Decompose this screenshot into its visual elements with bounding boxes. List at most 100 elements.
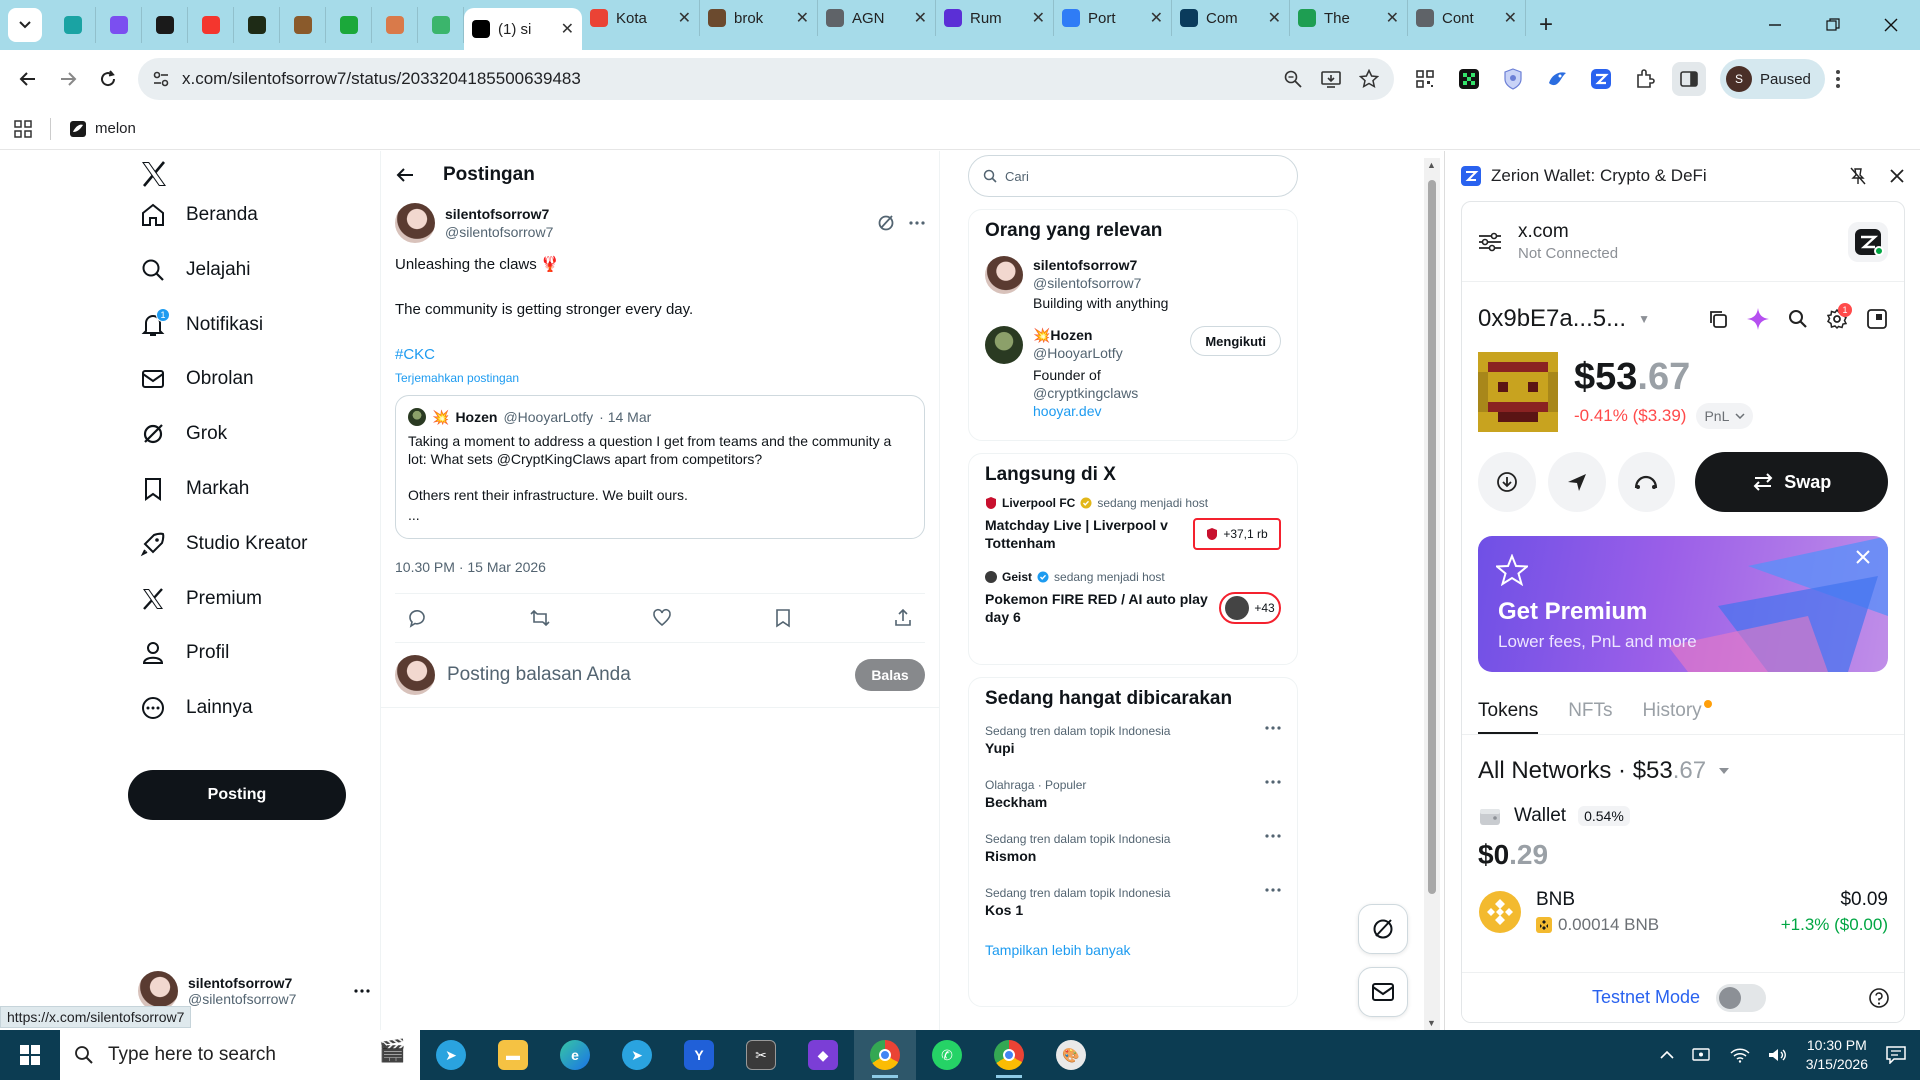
live-item[interactable]: Geist sedang menjadi host Pokemon FIRE R… [985, 570, 1281, 626]
more-dots-icon[interactable] [1265, 834, 1281, 838]
volume-icon[interactable] [1768, 1047, 1788, 1063]
blue-bird-extension-icon[interactable] [1540, 62, 1574, 96]
browser-tab-pinned[interactable] [326, 7, 372, 43]
restore-button[interactable] [1804, 0, 1862, 50]
caret-down-icon[interactable]: ▼ [1638, 312, 1650, 326]
browser-tab[interactable]: Rum ✕ [936, 0, 1054, 36]
trend-item[interactable]: Olahraga · Populer Beckham [985, 778, 1281, 810]
like-heart-icon[interactable] [652, 608, 672, 628]
browser-tab[interactable]: (1) si ✕ [464, 8, 582, 50]
zoom-icon[interactable] [1282, 68, 1304, 90]
network-device-icon[interactable] [1692, 1046, 1712, 1064]
browser-tab[interactable]: The ✕ [1290, 0, 1408, 36]
reply-button[interactable]: Balas [855, 659, 925, 691]
taskbar-chrome[interactable] [854, 1030, 916, 1080]
browser-tab-pinned[interactable] [372, 7, 418, 43]
extensions-puzzle-icon[interactable] [1628, 62, 1662, 96]
tweet-avatar[interactable] [395, 203, 435, 243]
address-bar[interactable]: x.com/silentofsorrow7/status/20332041855… [138, 58, 1394, 100]
tab-close-icon[interactable]: ✕ [1268, 8, 1281, 28]
person-item[interactable]: silentofsorrow7 @silentofsorrow7 Buildin… [985, 256, 1281, 312]
tab-close-icon[interactable]: ✕ [914, 8, 927, 28]
settings-gear-icon[interactable]: 1 [1826, 303, 1852, 330]
tweet-timestamp[interactable]: 10.30 PM · 15 Mar 2026 [395, 559, 925, 594]
back-button[interactable] [10, 61, 46, 97]
tab-close-icon[interactable]: ✕ [1504, 8, 1517, 28]
messages-float-button[interactable] [1358, 967, 1408, 1017]
bookmark-icon[interactable] [774, 608, 792, 628]
qr-code-extension-icon[interactable] [1408, 62, 1442, 96]
more-dots-icon[interactable] [1265, 726, 1281, 730]
help-circle-icon[interactable] [1868, 987, 1890, 1009]
pnl-dropdown[interactable]: PnL [1696, 402, 1754, 429]
start-button[interactable] [0, 1030, 60, 1080]
hashtag-link[interactable]: #CKC [395, 345, 925, 365]
trend-item[interactable]: Sedang tren dalam topik Indonesia Kos 1 [985, 886, 1281, 918]
scroll-up-arrow[interactable]: ▲ [1427, 160, 1436, 170]
tab-close-icon[interactable]: ✕ [561, 19, 574, 39]
trend-item[interactable]: Sedang tren dalam topik Indonesia Yupi [985, 724, 1281, 756]
taskbar-chrome-profile[interactable] [978, 1030, 1040, 1080]
sparkle-icon[interactable] [1746, 307, 1770, 331]
grok-float-button[interactable] [1358, 904, 1408, 954]
reply-icon[interactable] [407, 608, 427, 628]
search-icon[interactable] [1788, 309, 1808, 329]
browser-tab[interactable]: Com ✕ [1172, 0, 1290, 36]
minimize-button[interactable] [1746, 0, 1804, 50]
trend-item[interactable]: Sedang tren dalam topik Indonesia Rismon [985, 832, 1281, 864]
share-icon[interactable] [893, 608, 913, 628]
tweet-author-name[interactable]: silentofsorrow7 [445, 205, 553, 223]
side-panel-icon[interactable] [1672, 62, 1706, 96]
more-dots-icon[interactable] [1265, 780, 1281, 784]
shield-extension-icon[interactable] [1496, 62, 1530, 96]
post-button[interactable]: Posting [128, 770, 346, 820]
tab-close-icon[interactable]: ✕ [678, 8, 691, 28]
close-panel-icon[interactable] [1890, 169, 1904, 183]
wifi-icon[interactable] [1730, 1047, 1750, 1063]
token-row-bnb[interactable]: BNB 0.00014 BNB $0.09 +1.3% ($0.00) [1462, 889, 1904, 935]
sliders-icon[interactable] [1478, 231, 1502, 253]
browser-menu-icon[interactable] [1835, 68, 1841, 90]
grok-icon[interactable] [877, 214, 895, 232]
send-button[interactable] [1547, 452, 1606, 512]
receive-button[interactable] [1478, 452, 1536, 512]
taskbar-whatsapp[interactable]: ✆ [916, 1030, 978, 1080]
more-dots-icon[interactable] [1265, 888, 1281, 892]
profile-chip[interactable]: S Paused [1720, 59, 1825, 99]
nav-item-premium[interactable]: Premium [140, 575, 262, 623]
scroll-down-arrow[interactable]: ▼ [1427, 1018, 1436, 1028]
bio-link[interactable]: @cryptkingclaws [1033, 385, 1138, 401]
testnet-toggle[interactable] [1716, 983, 1767, 1012]
nav-item-profil[interactable]: Profil [140, 629, 229, 677]
tab-search-button[interactable] [8, 8, 42, 42]
tab-close-icon[interactable]: ✕ [1386, 8, 1399, 28]
unpin-icon[interactable] [1850, 167, 1866, 185]
taskbar-brave[interactable]: ◆ [792, 1030, 854, 1080]
tweet-author-handle[interactable]: @silentofsorrow7 [445, 223, 553, 241]
taskbar-yahoo[interactable]: Y [668, 1030, 730, 1080]
taskbar-paint[interactable]: 🎨 [1040, 1030, 1102, 1080]
taskbar-edge[interactable]: e [544, 1030, 606, 1080]
apps-grid-icon[interactable] [14, 119, 32, 138]
new-tab-button[interactable]: + [1526, 7, 1566, 43]
live-item[interactable]: Liverpool FC sedang menjadi host Matchda… [985, 496, 1281, 552]
repost-icon[interactable] [529, 608, 551, 628]
page-scrollbar[interactable]: ▲ ▼ [1424, 158, 1440, 1030]
tab-close-icon[interactable]: ✕ [796, 8, 809, 28]
notification-center-icon[interactable] [1886, 1046, 1906, 1064]
system-clock[interactable]: 10:30 PM 3/15/2026 [1806, 1036, 1868, 1074]
swap-button[interactable]: Swap [1695, 452, 1889, 512]
taskbar-snip[interactable]: ✂ [730, 1030, 792, 1080]
expand-window-icon[interactable] [1866, 308, 1888, 330]
nav-item-grok[interactable]: Grok [140, 410, 227, 458]
taskbar-file-explorer[interactable]: ▬ [482, 1030, 544, 1080]
tab-nfts[interactable]: NFTs [1568, 700, 1612, 734]
bookmark-melon[interactable]: melon [69, 120, 136, 138]
nav-item-jelajahi[interactable]: Jelajahi [140, 246, 250, 294]
wallet-address[interactable]: 0x9bE7a...5... [1478, 305, 1626, 333]
forward-button[interactable] [50, 61, 86, 97]
close-window-button[interactable] [1862, 0, 1920, 50]
nav-item-lainnya[interactable]: Lainnya [140, 684, 253, 732]
tab-close-icon[interactable]: ✕ [1032, 8, 1045, 28]
nav-item-studio-kreator[interactable]: Studio Kreator [140, 520, 307, 568]
